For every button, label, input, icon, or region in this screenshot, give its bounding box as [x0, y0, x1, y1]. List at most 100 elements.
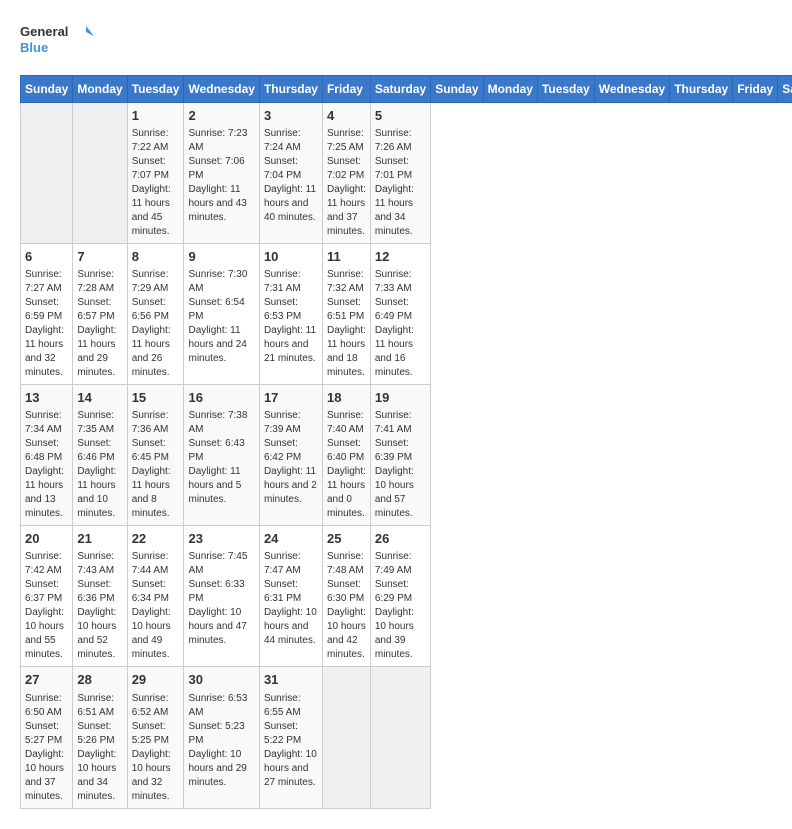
day-number: 6 [25, 248, 68, 266]
calendar-cell: 16Sunrise: 7:38 AM Sunset: 6:43 PM Dayli… [184, 384, 259, 525]
day-number: 7 [77, 248, 122, 266]
day-number: 13 [25, 389, 68, 407]
calendar-cell: 5 Sunrise: 7:26 AM Sunset: 7:01 PM Daylig… [370, 102, 430, 243]
weekday-header: Wednesday [594, 75, 669, 102]
weekday-header: Saturday [370, 75, 430, 102]
calendar-table: SundayMondayTuesdayWednesdayThursdayFrid… [20, 75, 792, 809]
day-info: Sunrise: 6:55 AM Sunset: 5:22 PM Dayligh… [264, 692, 318, 790]
day-number: 25 [327, 530, 366, 548]
logo-svg: General Blue [20, 20, 100, 60]
day-info: Sunrise: 7:49 AM Sunset: 6:29 PM Dayligh… [375, 550, 426, 662]
day-number: 12 [375, 248, 426, 266]
day-number: 17 [264, 389, 318, 407]
day-info: Sunrise: 7:23 AM Sunset: 7:06 PM Dayligh… [188, 127, 254, 225]
calendar-cell: 28 Sunrise: 6:51 AM Sunset: 5:26 PM Dayli… [73, 667, 127, 808]
calendar-cell: 13Sunrise: 7:34 AM Sunset: 6:48 PM Dayli… [21, 384, 73, 525]
day-info: Sunrise: 7:30 AM Sunset: 6:54 PM Dayligh… [188, 268, 254, 366]
day-number: 24 [264, 530, 318, 548]
day-number: 19 [375, 389, 426, 407]
day-number: 8 [132, 248, 180, 266]
day-number: 4 [327, 107, 366, 125]
weekday-header: Friday [322, 75, 370, 102]
calendar-cell: 22 Sunrise: 7:44 AM Sunset: 6:34 PM Dayli… [127, 526, 184, 667]
calendar-cell: 21 Sunrise: 7:43 AM Sunset: 6:36 PM Dayli… [73, 526, 127, 667]
page-header: General Blue [20, 20, 772, 65]
weekday-header: Sunday [21, 75, 73, 102]
day-number: 15 [132, 389, 180, 407]
day-info: Sunrise: 7:35 AM Sunset: 6:46 PM Dayligh… [77, 409, 122, 521]
calendar-cell: 4Sunrise: 7:25 AM Sunset: 7:02 PM Daylig… [322, 102, 370, 243]
calendar-cell: 11Sunrise: 7:32 AM Sunset: 6:51 PM Dayli… [322, 243, 370, 384]
day-info: Sunrise: 7:41 AM Sunset: 6:39 PM Dayligh… [375, 409, 426, 521]
day-number: 22 [132, 530, 180, 548]
calendar-cell: 17Sunrise: 7:39 AM Sunset: 6:42 PM Dayli… [259, 384, 322, 525]
day-number: 20 [25, 530, 68, 548]
calendar-cell: 19 Sunrise: 7:41 AM Sunset: 6:39 PM Dayli… [370, 384, 430, 525]
calendar-cell: 26 Sunrise: 7:49 AM Sunset: 6:29 PM Dayli… [370, 526, 430, 667]
weekday-header: Wednesday [184, 75, 259, 102]
day-number: 30 [188, 671, 254, 689]
day-info: Sunrise: 7:31 AM Sunset: 6:53 PM Dayligh… [264, 268, 318, 366]
calendar-cell: 18Sunrise: 7:40 AM Sunset: 6:40 PM Dayli… [322, 384, 370, 525]
day-number: 29 [132, 671, 180, 689]
day-info: Sunrise: 7:27 AM Sunset: 6:59 PM Dayligh… [25, 268, 68, 380]
day-info: Sunrise: 7:24 AM Sunset: 7:04 PM Dayligh… [264, 127, 318, 225]
calendar-cell: 31 Sunrise: 6:55 AM Sunset: 5:22 PM Dayli… [259, 667, 322, 808]
day-number: 14 [77, 389, 122, 407]
day-info: Sunrise: 7:28 AM Sunset: 6:57 PM Dayligh… [77, 268, 122, 380]
calendar-week-row: 20 Sunrise: 7:42 AM Sunset: 6:37 PM Dayli… [21, 526, 792, 667]
calendar-cell: 25 Sunrise: 7:48 AM Sunset: 6:30 PM Dayli… [322, 526, 370, 667]
day-info: Sunrise: 7:45 AM Sunset: 6:33 PM Dayligh… [188, 550, 254, 648]
day-info: Sunrise: 7:42 AM Sunset: 6:37 PM Dayligh… [25, 550, 68, 662]
calendar-cell [21, 102, 73, 243]
day-info: Sunrise: 7:48 AM Sunset: 6:30 PM Dayligh… [327, 550, 366, 662]
calendar-cell [370, 667, 430, 808]
day-number: 28 [77, 671, 122, 689]
calendar-cell [73, 102, 127, 243]
day-number: 21 [77, 530, 122, 548]
day-number: 5 [375, 107, 426, 125]
logo: General Blue [20, 20, 100, 65]
day-info: Sunrise: 7:32 AM Sunset: 6:51 PM Dayligh… [327, 268, 366, 380]
weekday-header: Sunday [431, 75, 483, 102]
calendar-cell: 7 Sunrise: 7:28 AM Sunset: 6:57 PM Daylig… [73, 243, 127, 384]
day-number: 2 [188, 107, 254, 125]
day-info: Sunrise: 7:44 AM Sunset: 6:34 PM Dayligh… [132, 550, 180, 662]
weekday-header: Saturday [778, 75, 792, 102]
calendar-cell: 1Sunrise: 7:22 AM Sunset: 7:07 PM Daylig… [127, 102, 184, 243]
day-info: Sunrise: 7:38 AM Sunset: 6:43 PM Dayligh… [188, 409, 254, 507]
weekday-header: Monday [483, 75, 537, 102]
weekday-header: Thursday [670, 75, 733, 102]
day-info: Sunrise: 7:40 AM Sunset: 6:40 PM Dayligh… [327, 409, 366, 521]
calendar-header-row: SundayMondayTuesdayWednesdayThursdayFrid… [21, 75, 792, 102]
calendar-cell: 15 Sunrise: 7:36 AM Sunset: 6:45 PM Dayli… [127, 384, 184, 525]
calendar-week-row: 1Sunrise: 7:22 AM Sunset: 7:07 PM Daylig… [21, 102, 792, 243]
calendar-cell: 23Sunrise: 7:45 AM Sunset: 6:33 PM Dayli… [184, 526, 259, 667]
day-info: Sunrise: 6:50 AM Sunset: 5:27 PM Dayligh… [25, 692, 68, 804]
calendar-week-row: 27Sunrise: 6:50 AM Sunset: 5:27 PM Dayli… [21, 667, 792, 808]
day-info: Sunrise: 7:29 AM Sunset: 6:56 PM Dayligh… [132, 268, 180, 380]
calendar-cell: 29 Sunrise: 6:52 AM Sunset: 5:25 PM Dayli… [127, 667, 184, 808]
day-info: Sunrise: 7:43 AM Sunset: 6:36 PM Dayligh… [77, 550, 122, 662]
day-number: 26 [375, 530, 426, 548]
weekday-header: Tuesday [537, 75, 594, 102]
calendar-cell: 14 Sunrise: 7:35 AM Sunset: 6:46 PM Dayli… [73, 384, 127, 525]
day-number: 10 [264, 248, 318, 266]
day-info: Sunrise: 6:53 AM Sunset: 5:23 PM Dayligh… [188, 692, 254, 790]
day-info: Sunrise: 6:51 AM Sunset: 5:26 PM Dayligh… [77, 692, 122, 804]
day-info: Sunrise: 7:36 AM Sunset: 6:45 PM Dayligh… [132, 409, 180, 521]
day-number: 9 [188, 248, 254, 266]
calendar-cell [322, 667, 370, 808]
day-info: Sunrise: 7:22 AM Sunset: 7:07 PM Dayligh… [132, 127, 180, 239]
day-info: Sunrise: 7:47 AM Sunset: 6:31 PM Dayligh… [264, 550, 318, 648]
calendar-cell: 24 Sunrise: 7:47 AM Sunset: 6:31 PM Dayli… [259, 526, 322, 667]
weekday-header: Monday [73, 75, 127, 102]
calendar-week-row: 6 Sunrise: 7:27 AM Sunset: 6:59 PM Daylig… [21, 243, 792, 384]
day-info: Sunrise: 6:52 AM Sunset: 5:25 PM Dayligh… [132, 692, 180, 804]
day-info: Sunrise: 7:26 AM Sunset: 7:01 PM Dayligh… [375, 127, 426, 239]
calendar-cell: 30 Sunrise: 6:53 AM Sunset: 5:23 PM Dayli… [184, 667, 259, 808]
weekday-header: Tuesday [127, 75, 184, 102]
calendar-cell: 12Sunrise: 7:33 AM Sunset: 6:49 PM Dayli… [370, 243, 430, 384]
calendar-cell: 3Sunrise: 7:24 AM Sunset: 7:04 PM Daylig… [259, 102, 322, 243]
day-number: 31 [264, 671, 318, 689]
